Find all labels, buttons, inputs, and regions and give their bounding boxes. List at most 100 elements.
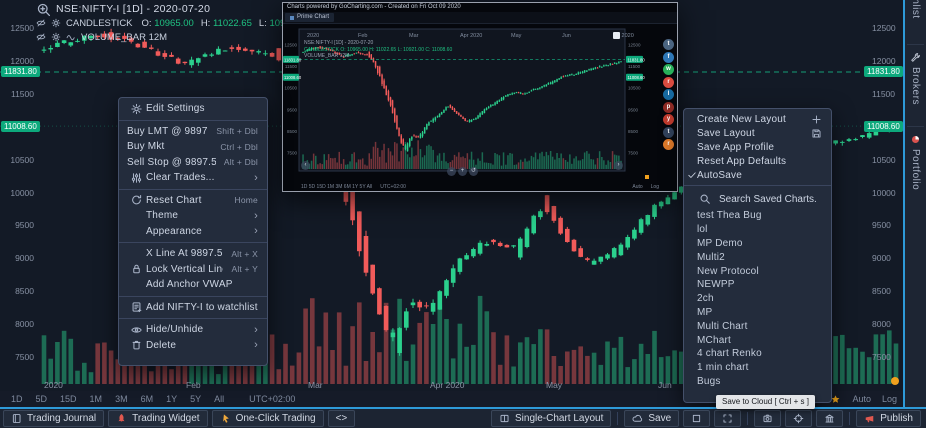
chevron-right-icon: › xyxy=(254,325,258,335)
saved-chart-bugs[interactable]: Bugs xyxy=(684,375,831,389)
publish-button[interactable]: Publish xyxy=(856,410,921,427)
menu-item-buy-mkt[interactable]: Buy MktCtrl + Dbl xyxy=(119,139,267,155)
saved-chart-1-min-chart[interactable]: 1 min chart xyxy=(684,361,831,375)
camera-button[interactable] xyxy=(754,410,781,427)
saved-charts-search[interactable]: Search Saved Charts. xyxy=(684,189,831,209)
saved-chart-multi2[interactable]: Multi2 xyxy=(684,250,831,264)
share-linkedin-button[interactable]: l xyxy=(663,89,674,100)
interval-5d[interactable]: 5D xyxy=(36,394,48,404)
saved-chart-mp[interactable]: MP xyxy=(684,306,831,320)
interval-15d[interactable]: 15D xyxy=(60,394,77,404)
share-tumblr-button[interactable]: t xyxy=(663,127,674,138)
interval-3m[interactable]: 3M xyxy=(115,394,128,404)
menu-item-reset-chart[interactable]: Reset ChartHome xyxy=(119,193,267,209)
price-tick: 12000 xyxy=(872,56,896,66)
share-facebook-button[interactable]: f xyxy=(663,52,674,63)
single-chart-layout-button[interactable]: Single-Chart Layout xyxy=(491,410,611,427)
saved-chart-lol[interactable]: lol xyxy=(684,223,831,237)
timezone-label[interactable]: UTC+02:00 xyxy=(249,394,295,404)
pan-left-icon: ‹ xyxy=(301,161,310,170)
price-tick: 10500 xyxy=(0,155,34,165)
rocket-icon xyxy=(116,413,127,424)
svg-text:9500: 9500 xyxy=(287,107,298,112)
interval-all[interactable]: All xyxy=(214,394,224,404)
saved-chart-new-protocol[interactable]: New Protocol xyxy=(684,264,831,278)
share-rss-button[interactable]: r xyxy=(663,139,674,150)
menu-item-lock-vertical-line[interactable]: Lock Vertical LineAlt + Y xyxy=(119,262,267,278)
camera-icon xyxy=(762,413,773,424)
-button[interactable]: <> xyxy=(328,410,356,427)
interval-6m[interactable]: 6M xyxy=(141,394,154,404)
svg-text:11831.80: 11831.80 xyxy=(284,57,302,62)
interval-5y[interactable]: 5Y xyxy=(190,394,201,404)
interval-1y[interactable]: 1Y xyxy=(166,394,177,404)
svg-text:Apr 2020: Apr 2020 xyxy=(460,33,482,39)
menu-item-autosave[interactable]: AutoSave xyxy=(684,168,831,182)
menu-item-hide-unhide[interactable]: Hide/Unhide› xyxy=(119,322,267,338)
svg-text:Jun: Jun xyxy=(562,33,571,39)
eye-off-icon[interactable] xyxy=(36,18,46,28)
columns-icon xyxy=(824,413,835,424)
interval-1m[interactable]: 1M xyxy=(90,394,103,404)
one-click-trading-button[interactable]: One-Click Trading xyxy=(212,410,324,427)
saved-chart-2ch[interactable]: 2ch xyxy=(684,292,831,306)
square-button[interactable] xyxy=(683,410,710,427)
saved-chart-newpp[interactable]: NEWPP xyxy=(684,278,831,292)
tab-watchlist[interactable]: Watchlist xyxy=(905,0,926,19)
trading-journal-button[interactable]: Trading Journal xyxy=(3,410,104,427)
share-reddit-button[interactable]: r xyxy=(663,77,674,88)
menu-item-theme[interactable]: Theme› xyxy=(119,208,267,224)
gear-icon[interactable] xyxy=(51,32,61,42)
saved-chart-4-chart-renko[interactable]: 4 chart Renko xyxy=(684,347,831,361)
copy-icon xyxy=(613,32,620,39)
star-icon[interactable] xyxy=(830,394,841,405)
menu-item-edit-settings[interactable]: Edit Settings xyxy=(119,101,267,117)
magnifier-icon[interactable] xyxy=(36,2,51,17)
columns-button[interactable] xyxy=(816,410,843,427)
menu-item-clear-trades[interactable]: Clear Trades...› xyxy=(119,170,267,186)
megaphone-icon xyxy=(864,413,875,424)
interval-1d[interactable]: 1D xyxy=(11,394,23,404)
pie-icon xyxy=(910,134,921,145)
menu-item-add-anchor-vwap[interactable]: Add Anchor VWAP xyxy=(119,277,267,293)
saved-chart-mchart[interactable]: MChart xyxy=(684,333,831,347)
log-scale-button[interactable]: Log xyxy=(882,394,897,404)
menu-item-x-line-at-9897-59[interactable]: X Line At 9897.59Alt + X xyxy=(119,246,267,262)
svg-text:8500: 8500 xyxy=(287,129,298,134)
save-button[interactable]: Save xyxy=(624,410,679,427)
share-youtube-button[interactable]: y xyxy=(663,114,674,125)
share-twitter-button[interactable]: t xyxy=(663,39,674,50)
menu-item-buy-lmt-9897-59[interactable]: Buy LMT @ 9897.59Shift + Dbl xyxy=(119,124,267,140)
menu-item-save-app-profile[interactable]: Save App Profile xyxy=(684,140,831,154)
target-button[interactable] xyxy=(785,410,812,427)
layout-menu: Create New LayoutSave LayoutSave App Pro… xyxy=(683,108,832,403)
saved-chart-multi-chart[interactable]: Multi Chart xyxy=(684,319,831,333)
svg-text:May: May xyxy=(546,380,563,390)
expand-button[interactable] xyxy=(714,410,741,427)
svg-text:2020: 2020 xyxy=(44,380,63,390)
menu-item-delete[interactable]: Delete› xyxy=(119,338,267,354)
tab-brokers[interactable]: Brokers xyxy=(905,52,926,105)
share-whatsapp-button[interactable]: w xyxy=(663,64,674,75)
menu-item-sell-stop-9897-59[interactable]: Sell Stop @ 9897.59Alt + Dbl xyxy=(119,155,267,171)
auto-scale-button[interactable]: Auto xyxy=(852,394,871,404)
menu-item-appearance[interactable]: Appearance› xyxy=(119,224,267,240)
tab-portfolio[interactable]: Portfolio xyxy=(905,134,926,190)
context-menu: Edit Settings Buy LMT @ 9897.59Shift + Db… xyxy=(118,97,268,366)
saved-chart-test-thea-bug[interactable]: test Thea Bug xyxy=(684,209,831,223)
eye-off-icon[interactable] xyxy=(36,32,46,42)
trading-widget-button[interactable]: Trading Widget xyxy=(108,410,207,427)
share-pinterest-button[interactable]: p xyxy=(663,102,674,113)
cloud-icon xyxy=(632,413,643,424)
square-icon xyxy=(691,413,702,424)
saved-chart-mp-demo[interactable]: MP Demo xyxy=(684,237,831,251)
snapshot-notification-dot xyxy=(645,175,649,179)
gear-icon[interactable] xyxy=(51,18,61,28)
bottom-toolbar: Trading JournalTrading Widget One-Click T… xyxy=(0,407,926,428)
menu-item-reset-app-defaults[interactable]: Reset App Defaults xyxy=(684,154,831,168)
menu-item-save-layout[interactable]: Save Layout xyxy=(684,126,831,140)
svg-text:10500: 10500 xyxy=(628,86,641,91)
wrench-icon xyxy=(910,52,921,63)
menu-item-add-nifty-i-to-watchlist[interactable]: Add NIFTY-I to watchlist xyxy=(119,300,267,316)
menu-item-create-new-layout[interactable]: Create New Layout xyxy=(684,112,831,126)
